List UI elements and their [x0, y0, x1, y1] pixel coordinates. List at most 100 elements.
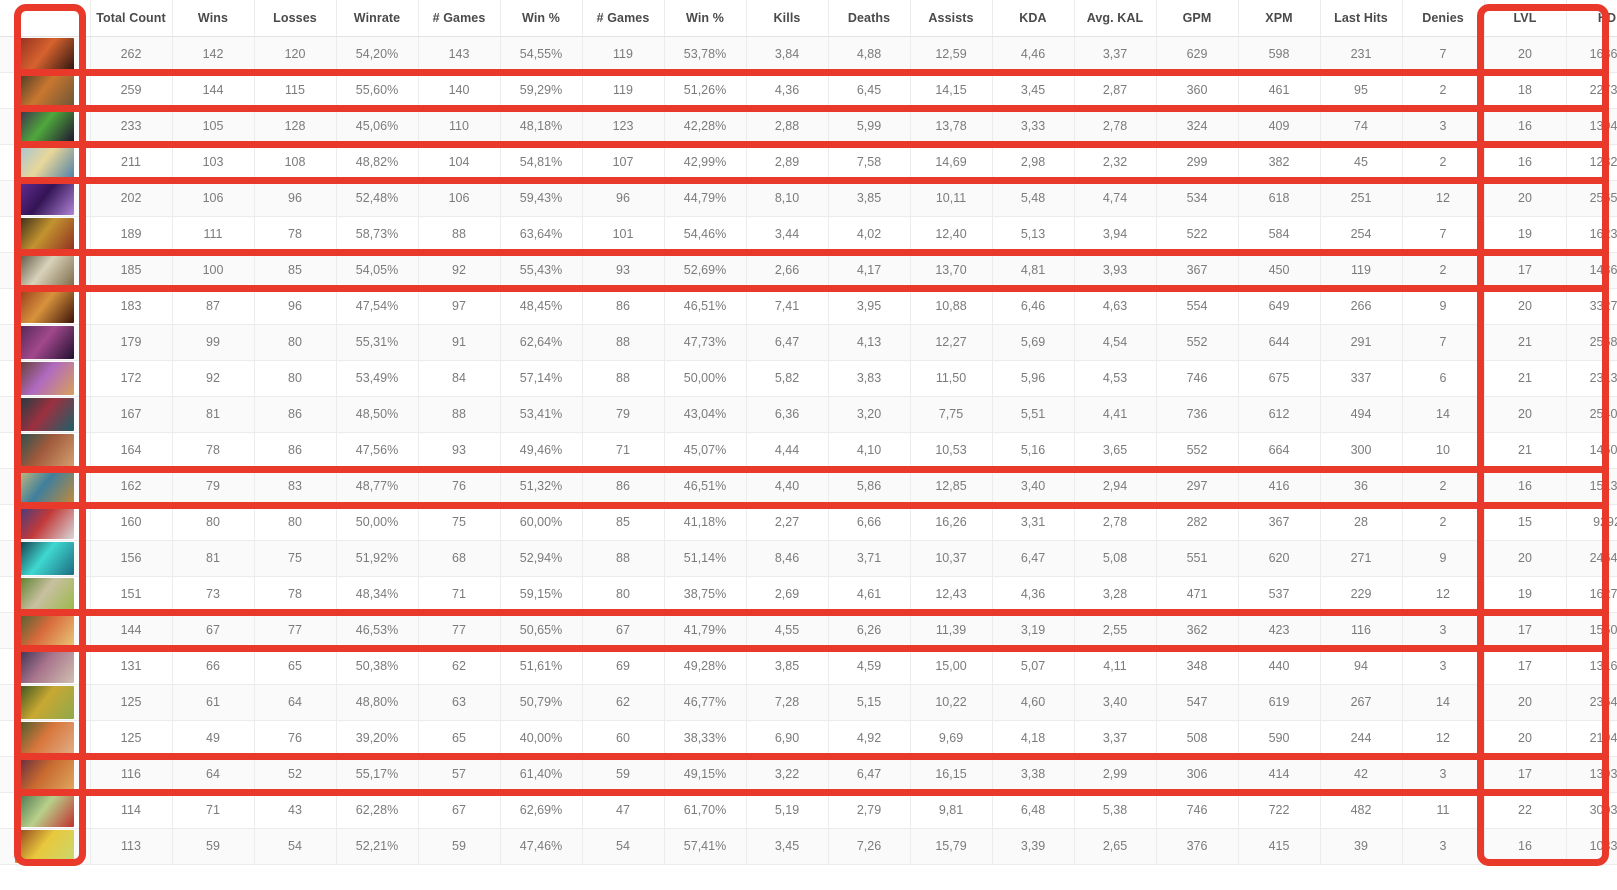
hero-portrait-cell[interactable] [0, 648, 91, 685]
table-row[interactable]: 156 81 75 51,92% 68 52,94% 88 51,14% 8,46 3,71 10,… [0, 540, 1617, 577]
column-header-games_b[interactable]: # Games [582, 0, 665, 37]
cell-assists: 14,15 [910, 72, 993, 109]
hero-portrait-cell[interactable] [0, 144, 91, 181]
cell-deaths: 4,13 [828, 324, 911, 361]
cell-winpct_a: 48,18% [500, 108, 583, 145]
column-header-games_a[interactable]: # Games [418, 0, 501, 37]
cell-xpm: 414 [1238, 756, 1321, 793]
table-row[interactable]: 131 66 65 50,38% 62 51,61% 69 49,28% 3,85 4,59 15,… [0, 648, 1617, 685]
cell-winrate: 51,92% [336, 540, 419, 577]
column-header-hd[interactable]: HD [1566, 0, 1617, 37]
table-row[interactable]: 167 81 86 48,50% 88 53,41% 79 43,04% 6,36 3,20 7,7… [0, 396, 1617, 433]
table-row[interactable]: 125 49 76 39,20% 65 40,00% 60 38,33% 6,90 4,92 9,6… [0, 720, 1617, 757]
hero-portrait-cell[interactable] [0, 468, 91, 505]
table-row[interactable]: 233 105 128 45,06% 110 48,18% 123 42,28% 2,88 5,9… [0, 108, 1617, 145]
hero-portrait-cell[interactable] [0, 828, 91, 865]
table-row[interactable]: 160 80 80 50,00% 75 60,00% 85 41,18% 2,27 6,66 16,… [0, 504, 1617, 541]
hero-portrait-cell[interactable] [0, 72, 91, 109]
hero-portrait-cell[interactable] [0, 720, 91, 757]
hero-portrait-cell[interactable] [0, 756, 91, 793]
column-header-lvl[interactable]: LVL [1484, 0, 1567, 37]
cell-avg_kal: 5,38 [1074, 792, 1157, 829]
cell-last_hits: 251 [1320, 180, 1403, 217]
column-header-winpct_b[interactable]: Win % [664, 0, 747, 37]
table-row[interactable]: 151 73 78 48,34% 71 59,15% 80 38,75% 2,69 4,61 12,… [0, 576, 1617, 613]
column-header-total_count[interactable]: Total Count [90, 0, 173, 37]
hero-portrait-cell[interactable] [0, 612, 91, 649]
cell-games_a: 93 [418, 432, 501, 469]
cell-kda: 3,31 [992, 504, 1075, 541]
hero-portrait-cell[interactable] [0, 216, 91, 253]
hero-portrait-cell[interactable] [0, 36, 91, 73]
hero-portrait-cell[interactable] [0, 252, 91, 289]
hero-portrait-cell[interactable] [0, 396, 91, 433]
column-header-last_hits[interactable]: Last Hits [1320, 0, 1403, 37]
cell-kda: 3,39 [992, 828, 1075, 865]
table-row[interactable]: 164 78 86 47,56% 93 49,46% 71 45,07% 4,44 4,10 10,… [0, 432, 1617, 469]
cell-lvl: 16 [1484, 144, 1567, 181]
column-header-kda[interactable]: KDA [992, 0, 1075, 37]
table-row[interactable]: 113 59 54 52,21% 59 47,46% 54 57,41% 3,45 7,26 15,… [0, 828, 1617, 865]
cell-assists: 12,59 [910, 36, 993, 73]
table-row[interactable]: 189 111 78 58,73% 88 63,64% 101 54,46% 3,44 4,02 1… [0, 216, 1617, 253]
cell-wins: 80 [172, 504, 255, 541]
table-row[interactable]: 144 67 77 46,53% 77 50,65% 67 41,79% 4,55 6,26 11,… [0, 612, 1617, 649]
column-header-losses[interactable]: Losses [254, 0, 337, 37]
column-header-winpct_a[interactable]: Win % [500, 0, 583, 37]
column-header-deaths[interactable]: Deaths [828, 0, 911, 37]
column-header-wins[interactable]: Wins [172, 0, 255, 37]
cell-denies: 7 [1402, 324, 1485, 361]
table-row[interactable]: 114 71 43 62,28% 67 62,69% 47 61,70% 5,19 2,79 9,8… [0, 792, 1617, 829]
column-header-gpm[interactable]: GPM [1156, 0, 1239, 37]
column-header-kills[interactable]: Kills [746, 0, 829, 37]
hero-portrait-cell[interactable] [0, 432, 91, 469]
cell-kills: 5,19 [746, 792, 829, 829]
cell-hd: 16275 [1566, 576, 1617, 613]
table-row[interactable]: 172 92 80 53,49% 84 57,14% 88 50,00% 5,82 3,83 11,… [0, 360, 1617, 397]
table-row[interactable]: 259 144 115 55,60% 140 59,29% 119 51,26% 4,36 6,4… [0, 72, 1617, 109]
cell-wins: 59 [172, 828, 255, 865]
column-header-hero[interactable] [0, 0, 91, 37]
hero-portrait-icon [15, 253, 75, 287]
hero-portrait-cell[interactable] [0, 576, 91, 613]
cell-xpm: 440 [1238, 648, 1321, 685]
column-header-winrate[interactable]: Winrate [336, 0, 419, 37]
cell-winpct_b: 41,79% [664, 612, 747, 649]
table-row[interactable]: 185 100 85 54,05% 92 55,43% 93 52,69% 2,66 4,17 13… [0, 252, 1617, 289]
table-row[interactable]: 211 103 108 48,82% 104 54,81% 107 42,99% 2,89 7,5… [0, 144, 1617, 181]
cell-kda: 5,07 [992, 648, 1075, 685]
hero-portrait-cell[interactable] [0, 684, 91, 721]
hero-portrait-cell[interactable] [0, 360, 91, 397]
table-row[interactable]: 162 79 83 48,77% 76 51,32% 86 46,51% 4,40 5,86 12,… [0, 468, 1617, 505]
cell-xpm: 722 [1238, 792, 1321, 829]
cell-games_a: 110 [418, 108, 501, 145]
table-row[interactable]: 125 61 64 48,80% 63 50,79% 62 46,77% 7,28 5,15 10,… [0, 684, 1617, 721]
table-row[interactable]: 179 99 80 55,31% 91 62,64% 88 47,73% 6,47 4,13 12,… [0, 324, 1617, 361]
cell-xpm: 423 [1238, 612, 1321, 649]
cell-gpm: 324 [1156, 108, 1239, 145]
cell-winrate: 47,56% [336, 432, 419, 469]
table-row[interactable]: 202 106 96 52,48% 106 59,43% 96 44,79% 8,10 3,85 1… [0, 180, 1617, 217]
cell-games_b: 119 [582, 36, 665, 73]
cell-winpct_a: 48,45% [500, 288, 583, 325]
hero-portrait-icon [15, 37, 75, 71]
table-row[interactable]: 262 142 120 54,20% 143 54,55% 119 53,78% 3,84 4,8… [0, 36, 1617, 73]
column-header-xpm[interactable]: XPM [1238, 0, 1321, 37]
table-row[interactable]: 183 87 96 47,54% 97 48,45% 86 46,51% 7,41 3,95 10,… [0, 288, 1617, 325]
cell-gpm: 552 [1156, 324, 1239, 361]
hero-portrait-cell[interactable] [0, 540, 91, 577]
cell-assists: 15,79 [910, 828, 993, 865]
hero-portrait-cell[interactable] [0, 108, 91, 145]
hero-portrait-cell[interactable] [0, 324, 91, 361]
hero-portrait-cell[interactable] [0, 180, 91, 217]
column-header-denies[interactable]: Denies [1402, 0, 1485, 37]
hero-portrait-cell[interactable] [0, 288, 91, 325]
cell-xpm: 620 [1238, 540, 1321, 577]
hero-portrait-cell[interactable] [0, 792, 91, 829]
cell-hd: 25406 [1566, 396, 1617, 433]
table-row[interactable]: 116 64 52 55,17% 57 61,40% 59 49,15% 3,22 6,47 16,… [0, 756, 1617, 793]
column-header-avg_kal[interactable]: Avg. KAL [1074, 0, 1157, 37]
column-header-assists[interactable]: Assists [910, 0, 993, 37]
cell-avg_kal: 5,08 [1074, 540, 1157, 577]
hero-portrait-cell[interactable] [0, 504, 91, 541]
